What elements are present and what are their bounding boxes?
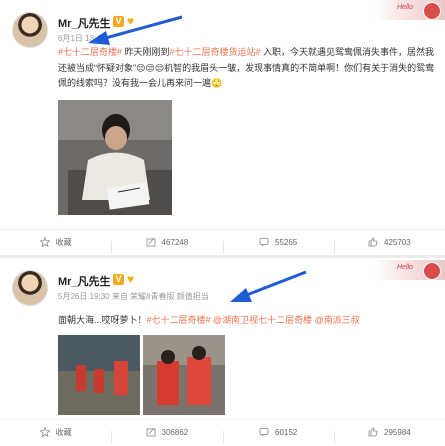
- decoration-text: Hello: [397, 264, 413, 271]
- star-icon: [39, 237, 50, 247]
- avatar[interactable]: [12, 12, 48, 48]
- hashtag-link[interactable]: #七十二层奇楼货运站#: [170, 47, 261, 57]
- like-icon: [368, 427, 378, 437]
- repost-icon: [146, 237, 155, 247]
- favorite-label: 收藏: [55, 427, 72, 437]
- repost-count: 306862: [161, 427, 189, 437]
- like-count: 425703: [384, 237, 411, 247]
- author-name[interactable]: Mr_凡先生: [58, 273, 111, 289]
- repost-icon: [146, 427, 155, 437]
- decoration-text: Hello: [397, 4, 413, 11]
- card-decoration: Hello: [375, 260, 445, 280]
- post-text-segment: 面朝大海...哎呀萝卜！: [58, 315, 147, 325]
- card-decoration: Hello: [375, 0, 445, 20]
- hashtag-link[interactable]: #七十二层奇楼#: [147, 315, 211, 325]
- post-card-1: Hello Mr_凡先生 V ♥ 6月1日 13:43 #七十二层奇楼# 昨天刚…: [0, 0, 445, 255]
- comment-icon: [259, 428, 269, 437]
- post-card-2: Hello Mr_凡先生 V ♥ 5月26日 19:30 来自 荣耀8青春版 颜…: [0, 258, 445, 446]
- post-photo-2[interactable]: [143, 335, 225, 415]
- like-icon: [368, 237, 378, 247]
- repost-button[interactable]: 467248: [111, 237, 222, 253]
- comment-button[interactable]: 60152: [222, 427, 334, 443]
- action-bar: 收藏 306862 60152 295984: [0, 419, 445, 444]
- favorite-button[interactable]: 收藏: [0, 237, 111, 248]
- heart-icon: ♥: [127, 272, 135, 286]
- decoration-badge-icon: [423, 262, 441, 280]
- like-count: 295984: [384, 427, 411, 437]
- post-meta: 5月26日 19:30 来自 荣耀8青春版 颜值担当: [58, 291, 209, 302]
- annotation-arrow: [230, 270, 307, 302]
- post-time[interactable]: 5月26日 19:30: [58, 292, 110, 301]
- annotation-arrow: [88, 15, 183, 45]
- post-text: 面朝大海...哎呀萝卜！#七十二层奇楼# @湖南卫视七十二层奇楼 @南派三叔: [58, 313, 438, 329]
- action-bar: 收藏 467248 55265 425703: [0, 229, 445, 254]
- comment-count: 55265: [275, 237, 298, 247]
- decoration-badge-icon: [423, 2, 441, 20]
- comment-count: 60152: [275, 427, 298, 437]
- post-text-segment: 昨天刚刚到: [122, 47, 170, 57]
- post-photo-1[interactable]: [58, 335, 140, 415]
- hashtag-link[interactable]: #七十二层奇楼#: [58, 47, 122, 57]
- favorite-label: 收藏: [55, 237, 72, 247]
- like-button[interactable]: 295984: [333, 427, 445, 443]
- mention-link[interactable]: @湖南卫视七十二层奇楼: [211, 315, 312, 325]
- favorite-button[interactable]: 收藏: [0, 427, 111, 438]
- comment-icon: [259, 238, 269, 247]
- post-source[interactable]: 来自 荣耀8青春版 颜值担当: [112, 292, 209, 301]
- post-photo[interactable]: [58, 100, 172, 215]
- post-text: #七十二层奇楼# 昨天刚刚到#七十二层奇楼货运站# 入职，今天就遇见鸳鸯佩消失事…: [58, 45, 438, 92]
- comment-button[interactable]: 55265: [222, 237, 334, 253]
- avatar[interactable]: [12, 270, 48, 306]
- mention-link[interactable]: @南派三叔: [312, 315, 360, 325]
- star-icon: [39, 427, 50, 437]
- verified-icon: V: [113, 274, 124, 285]
- repost-count: 467248: [161, 237, 189, 247]
- repost-button[interactable]: 306862: [111, 427, 222, 443]
- like-button[interactable]: 425703: [333, 237, 445, 253]
